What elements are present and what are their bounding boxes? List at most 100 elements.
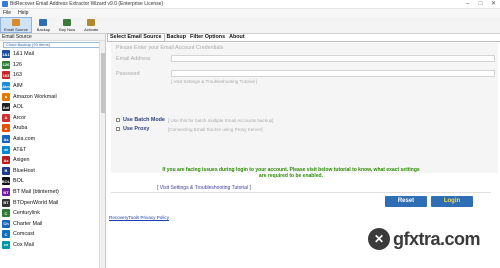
provider-item[interactable]: cx Cox Mail: [0, 240, 105, 251]
provider-logo-icon: at: [2, 145, 10, 154]
provider-item[interactable]: A Arcor: [0, 113, 105, 124]
divider: [111, 192, 491, 193]
login-button[interactable]: Login: [431, 196, 473, 207]
email-label: Email Address: [116, 56, 151, 62]
provider-item[interactable]: BT BT Mail (btinternet): [0, 187, 105, 198]
provider-name: BOL: [13, 178, 24, 185]
provider-name: AT&T: [13, 146, 27, 153]
batch-mode-hint: [ Use this for batch multiple Email Acco…: [168, 117, 274, 123]
provider-logo-icon: 126: [2, 60, 10, 69]
provider-logo-icon: Ch: [2, 219, 10, 228]
key-icon: [87, 19, 96, 26]
provider-item[interactable]: BOL BOL: [0, 176, 105, 187]
menu-bar: File Help: [0, 9, 500, 17]
provider-item[interactable]: a Aruba: [0, 123, 105, 134]
panel-header: Email Source: [0, 34, 105, 41]
provider-item[interactable]: C Comcast: [0, 229, 105, 240]
menu-help[interactable]: Help: [18, 10, 28, 16]
proxy-row: Use Proxy [Connecting Email Source using…: [116, 126, 262, 132]
tab-about[interactable]: About: [227, 34, 247, 41]
password-label: Password: [116, 71, 140, 77]
provider-item[interactable]: Aim AIM: [0, 81, 105, 92]
privacy-policy-link[interactable]: RecoveryTools Privacy Policy: [109, 215, 169, 220]
batch-mode-label[interactable]: Use Batch Mode: [123, 117, 168, 123]
close-icon[interactable]: ✕: [490, 1, 497, 8]
email-source-button[interactable]: Email Source: [0, 17, 32, 33]
email-source-panel: Email Source Cloud Backup (93 Items) 1&1…: [0, 34, 106, 268]
provider-item[interactable]: B BlueHost: [0, 166, 105, 177]
menu-file[interactable]: File: [3, 10, 11, 16]
provider-name: Charter Mail: [13, 220, 43, 227]
credentials-form: Please Enter your Email Account Credenti…: [111, 43, 498, 173]
provider-item[interactable]: a Amazon Workmail: [0, 91, 105, 102]
provider-item[interactable]: BT BTOpenWorld Mail: [0, 197, 105, 208]
provider-name: 1&1 Mail: [13, 51, 34, 58]
provider-logo-icon: A: [2, 113, 10, 122]
provider-logo-icon: a: [2, 124, 10, 133]
email-field[interactable]: [171, 55, 495, 62]
batch-mode-checkbox[interactable]: [116, 118, 120, 122]
provider-logo-icon: BT: [2, 188, 10, 197]
watermark: ✕ gfxtra.com: [368, 224, 486, 254]
provider-logo-icon: C: [2, 209, 10, 218]
watermark-logo-icon: ✕: [368, 228, 390, 250]
email-source-icon: [11, 19, 20, 26]
reset-button[interactable]: Reset: [385, 196, 427, 207]
proxy-checkbox[interactable]: [116, 127, 120, 131]
buy-now-button[interactable]: Buy Now: [55, 17, 79, 33]
provider-item[interactable]: C Centurylink: [0, 208, 105, 219]
provider-name: 126: [13, 61, 22, 68]
provider-logo-icon: 1&1: [2, 50, 10, 59]
proxy-label[interactable]: Use Proxy: [123, 126, 168, 132]
provider-logo-icon: Aol: [2, 103, 10, 112]
provider-name: Comcast: [13, 231, 35, 238]
provider-list-scrollbar[interactable]: [99, 41, 105, 268]
cart-icon: [63, 19, 72, 26]
provider-item[interactable]: Aol AOL: [0, 102, 105, 113]
tab-filter-options[interactable]: Filter Options: [188, 34, 227, 41]
provider-logo-icon: cx: [2, 240, 10, 249]
proxy-hint: [Connecting Email Source using Proxy Ser…: [168, 126, 263, 132]
tutorial-link[interactable]: [ Visit Settings & Troubleshooting Tutor…: [157, 185, 251, 191]
provider-logo-icon: C: [2, 230, 10, 239]
password-field[interactable]: [171, 70, 495, 77]
source-filter-dropdown[interactable]: Cloud Backup (93 Items): [3, 42, 100, 48]
activate-button[interactable]: Activate: [80, 17, 102, 33]
minimize-icon[interactable]: –: [464, 1, 471, 8]
settings-hint[interactable]: [ Visit Settings & Troubleshooting Tutor…: [171, 79, 257, 84]
provider-item[interactable]: 163 163: [0, 70, 105, 81]
scrollbar-thumb[interactable]: [101, 53, 105, 113]
batch-mode-row: Use Batch Mode [ Use this for batch mult…: [116, 117, 273, 123]
provider-name: Centurylink: [13, 210, 40, 217]
provider-item[interactable]: As Asia.com: [0, 134, 105, 145]
provider-logo-icon: a: [2, 92, 10, 101]
title-bar: BitRecover Email Address Extractor Wizar…: [0, 0, 500, 9]
provider-logo-icon: BOL: [1, 177, 11, 186]
tab-select-email-source[interactable]: Select Email Source: [107, 33, 165, 41]
provider-item[interactable]: Ax Axigen: [0, 155, 105, 166]
provider-item[interactable]: 126 126: [0, 60, 105, 71]
provider-item[interactable]: 1&1 1&1 Mail: [0, 49, 105, 60]
login-notice: If you are facing issues during login to…: [162, 167, 420, 179]
provider-name: Cox Mail: [13, 241, 34, 248]
tab-backup[interactable]: Backup: [165, 34, 188, 41]
tab-bar: Select Email Source Backup Filter Option…: [107, 33, 500, 42]
provider-name: BT Mail (btinternet): [13, 189, 59, 196]
maximize-icon[interactable]: □: [477, 1, 484, 8]
watermark-text: gfxtra.com: [393, 228, 481, 249]
provider-name: Amazon Workmail: [13, 93, 57, 100]
form-heading: Please Enter your Email Account Credenti…: [116, 45, 224, 51]
backup-icon: [39, 19, 48, 26]
provider-item[interactable]: at AT&T: [0, 144, 105, 155]
provider-name: 163: [13, 72, 22, 79]
provider-logo-icon: Aim: [2, 82, 10, 91]
window-controls: – □ ✕: [464, 1, 497, 8]
backup-button[interactable]: Backup: [33, 17, 54, 33]
provider-list: 1&1 1&1 Mail 126 126 163 163 Aim AIM a Amazon Wor…: [0, 49, 105, 250]
provider-name: AIM: [13, 83, 23, 90]
provider-item[interactable]: Ch Charter Mail: [0, 219, 105, 230]
app-icon: [2, 1, 8, 7]
window-title: BitRecover Email Address Extractor Wizar…: [10, 1, 164, 7]
provider-name: AOL: [13, 104, 24, 111]
provider-name: BTOpenWorld Mail: [13, 199, 59, 206]
